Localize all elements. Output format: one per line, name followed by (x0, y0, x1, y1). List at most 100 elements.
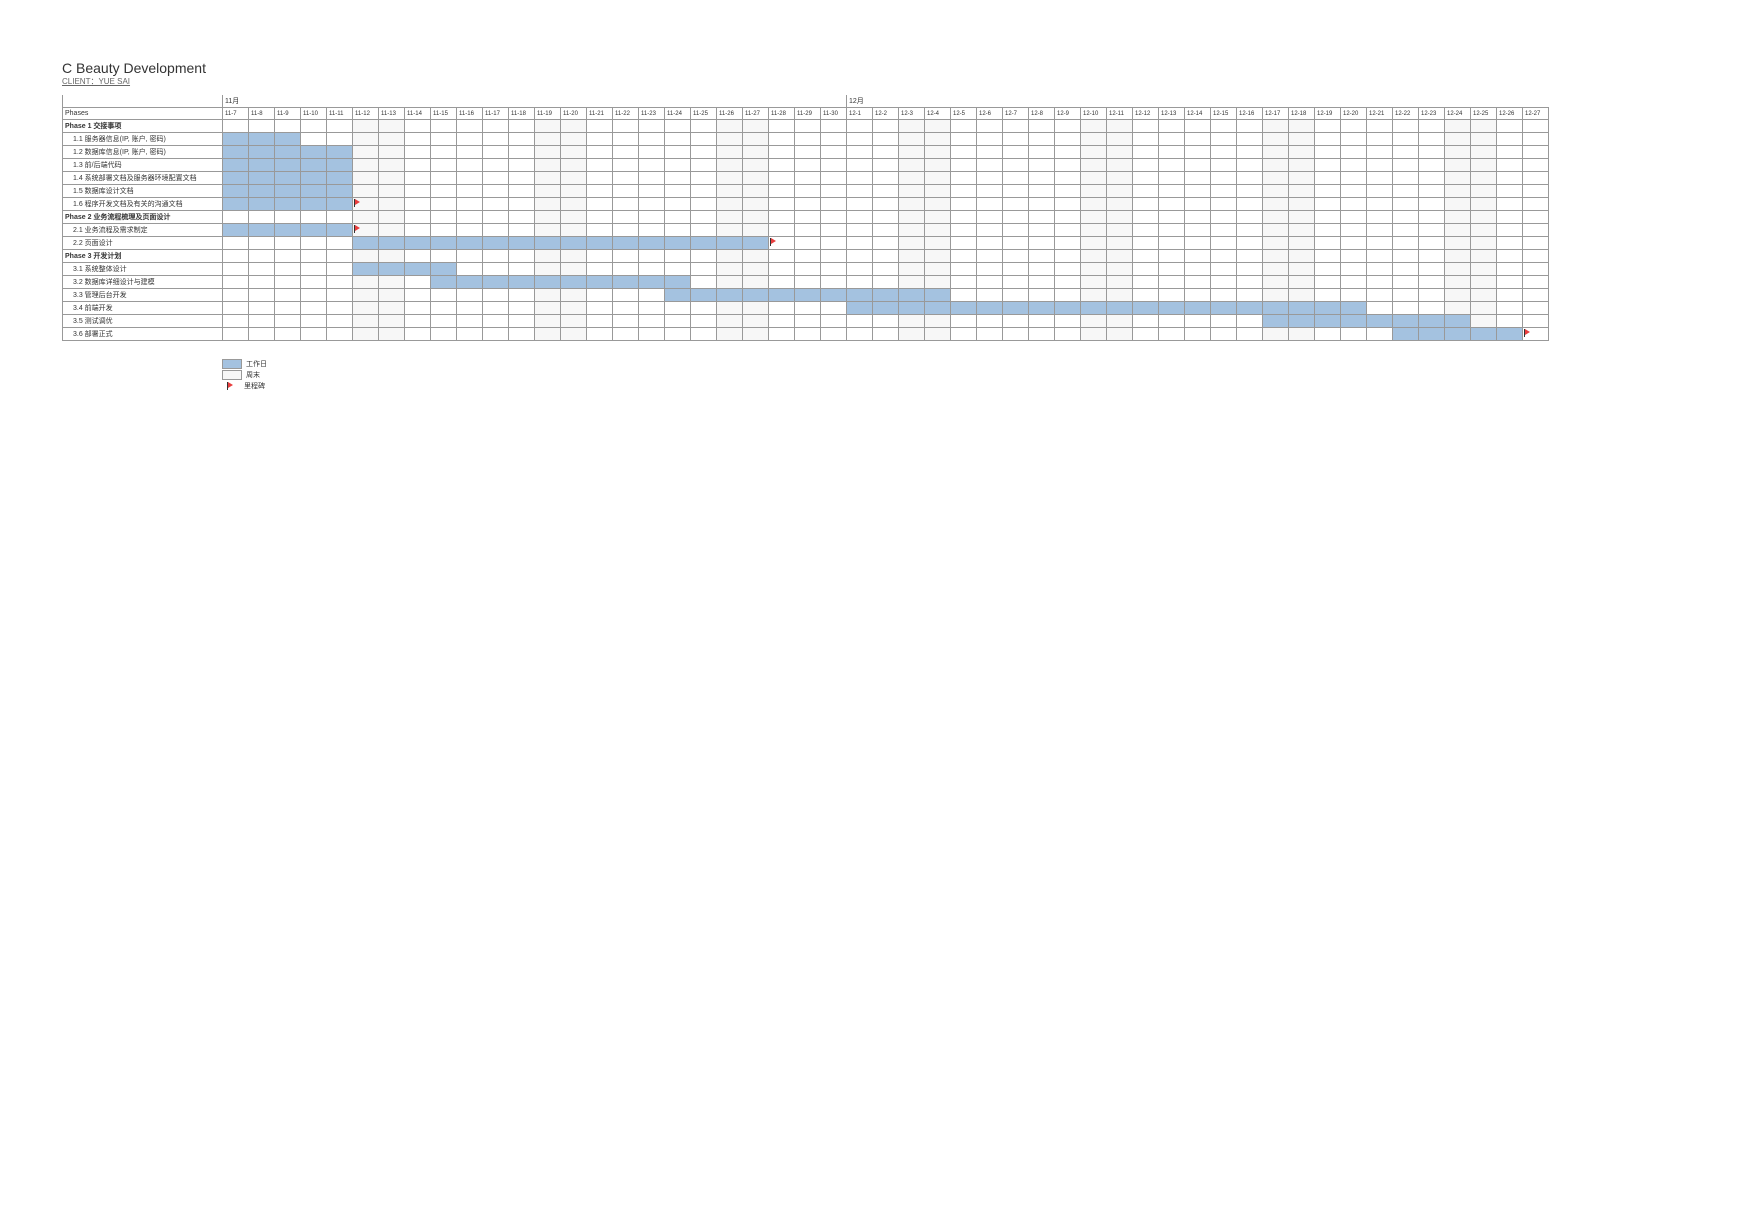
gantt-cell (587, 276, 613, 289)
gantt-cell (1237, 315, 1263, 328)
gantt-cell (275, 198, 301, 211)
date-header: 12-20 (1341, 108, 1367, 120)
gantt-cell (1003, 328, 1029, 341)
gantt-cell (535, 289, 561, 302)
gantt-cell (301, 328, 327, 341)
gantt-cell (587, 289, 613, 302)
gantt-cell (457, 315, 483, 328)
gantt-cell (691, 315, 717, 328)
gantt-cell (1445, 263, 1471, 276)
date-header: 11-18 (509, 108, 535, 120)
gantt-cell (1055, 237, 1081, 250)
gantt-cell (1211, 172, 1237, 185)
gantt-cell (1159, 172, 1185, 185)
gantt-cell (457, 276, 483, 289)
gantt-cell (561, 172, 587, 185)
gantt-cell (1263, 146, 1289, 159)
gantt-cell (587, 133, 613, 146)
gantt-cell (275, 328, 301, 341)
gantt-cell (691, 289, 717, 302)
gantt-cell (223, 172, 249, 185)
task-label: 3.5 测试调优 (63, 315, 223, 328)
gantt-cell (249, 172, 275, 185)
gantt-cell (223, 328, 249, 341)
gantt-cell (873, 159, 899, 172)
gantt-cell (1055, 133, 1081, 146)
gantt-cell (1367, 237, 1393, 250)
gantt-cell (1289, 276, 1315, 289)
gantt-cell (1237, 120, 1263, 133)
gantt-cell (431, 185, 457, 198)
date-header: 11-8 (249, 108, 275, 120)
gantt-cell (665, 146, 691, 159)
gantt-cell (1055, 315, 1081, 328)
gantt-cell (301, 237, 327, 250)
phase-label: Phase 2 业务流程梳理及页面设计 (63, 211, 223, 224)
gantt-cell (509, 133, 535, 146)
gantt-cell (1523, 159, 1549, 172)
gantt-cell (561, 302, 587, 315)
gantt-cell (509, 159, 535, 172)
gantt-cell (925, 263, 951, 276)
gantt-cell (1263, 328, 1289, 341)
gantt-cell (1185, 146, 1211, 159)
gantt-cell (639, 146, 665, 159)
gantt-cell (717, 146, 743, 159)
gantt-cell (1445, 146, 1471, 159)
gantt-cell (1055, 328, 1081, 341)
gantt-cell (561, 133, 587, 146)
gantt-cell (873, 120, 899, 133)
gantt-cell (483, 302, 509, 315)
gantt-cell (925, 172, 951, 185)
date-header: 12-25 (1471, 108, 1497, 120)
gantt-cell (1237, 133, 1263, 146)
gantt-cell (1003, 276, 1029, 289)
gantt-cell (587, 315, 613, 328)
gantt-cell (925, 159, 951, 172)
gantt-cell (795, 211, 821, 224)
gantt-cell (769, 146, 795, 159)
gantt-cell (1003, 237, 1029, 250)
gantt-cell (431, 328, 457, 341)
gantt-cell (977, 328, 1003, 341)
gantt-cell (1029, 250, 1055, 263)
gantt-cell (925, 211, 951, 224)
date-header: 12-13 (1159, 108, 1185, 120)
gantt-cell (457, 289, 483, 302)
date-header: 12-22 (1393, 108, 1419, 120)
gantt-cell (535, 211, 561, 224)
gantt-cell (1211, 224, 1237, 237)
gantt-cell (1445, 224, 1471, 237)
gantt-cell (977, 315, 1003, 328)
gantt-cell (613, 172, 639, 185)
gantt-cell (431, 302, 457, 315)
gantt-cell (1029, 276, 1055, 289)
gantt-cell (561, 120, 587, 133)
date-header: 12-1 (847, 108, 873, 120)
gantt-cell (275, 237, 301, 250)
gantt-cell (1211, 302, 1237, 315)
gantt-cell (379, 289, 405, 302)
gantt-cell (1237, 263, 1263, 276)
gantt-cell (847, 146, 873, 159)
gantt-cell (249, 146, 275, 159)
gantt-cell (1471, 185, 1497, 198)
gantt-cell (847, 198, 873, 211)
gantt-cell (587, 328, 613, 341)
gantt-cell (1159, 237, 1185, 250)
gantt-cell (1159, 289, 1185, 302)
gantt-cell (873, 250, 899, 263)
gantt-cell (223, 289, 249, 302)
gantt-cell (1107, 328, 1133, 341)
gantt-cell (405, 289, 431, 302)
gantt-cell (821, 133, 847, 146)
gantt-cell (1029, 211, 1055, 224)
gantt-cell (379, 250, 405, 263)
gantt-cell (587, 302, 613, 315)
gantt-cell (1133, 224, 1159, 237)
gantt-cell (379, 237, 405, 250)
date-header: 12-5 (951, 108, 977, 120)
gantt-cell (1367, 159, 1393, 172)
gantt-cell (379, 120, 405, 133)
gantt-cell (1003, 224, 1029, 237)
